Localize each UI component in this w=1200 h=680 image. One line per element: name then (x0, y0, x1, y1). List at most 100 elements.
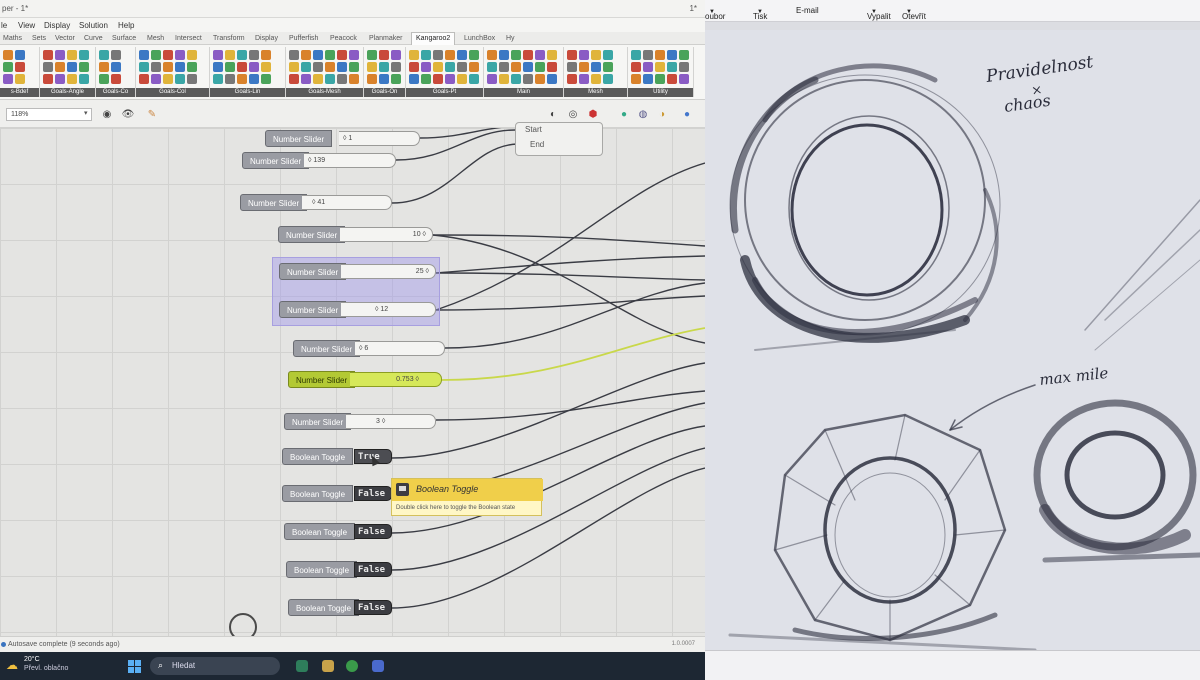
tool-icon[interactable] (421, 74, 431, 84)
menu-item-help[interactable]: Help (118, 21, 134, 30)
tool-icon[interactable] (175, 74, 185, 84)
tool-icon[interactable] (391, 62, 401, 72)
tool-icon[interactable] (457, 74, 467, 84)
tool-icon[interactable] (249, 50, 259, 60)
zoom-field[interactable]: 118% (6, 108, 92, 121)
taskbar-search[interactable]: ⌕ Hledat (150, 657, 280, 675)
tool-icon[interactable] (3, 74, 13, 84)
tool-icon[interactable] (15, 50, 25, 60)
tool-icon[interactable] (487, 62, 497, 72)
tool-icon[interactable] (237, 62, 247, 72)
tool-icon[interactable] (469, 62, 479, 72)
tool-icon[interactable] (213, 50, 223, 60)
tool-icon[interactable] (409, 62, 419, 72)
tool-icon[interactable] (579, 62, 589, 72)
sphere-icon[interactable]: ● (680, 108, 694, 121)
tool-icon[interactable] (469, 74, 479, 84)
tool-icon[interactable] (367, 50, 377, 60)
tool-icon[interactable] (237, 50, 247, 60)
tool-icon[interactable] (603, 74, 613, 84)
tool-icon[interactable] (139, 74, 149, 84)
tool-icon[interactable] (457, 50, 467, 60)
brush-icon[interactable]: ✎ (145, 108, 159, 121)
tool-icon[interactable] (655, 50, 665, 60)
tool-icon[interactable] (487, 74, 497, 84)
tool-icon[interactable] (567, 50, 577, 60)
slider-track[interactable]: ◊ 139 (304, 153, 396, 168)
tool-icon[interactable] (249, 74, 259, 84)
chevron-down-icon[interactable]: ▾ (84, 109, 88, 117)
toggle-value[interactable]: False (354, 562, 392, 577)
tool-icon[interactable] (667, 62, 677, 72)
tool-icon[interactable] (325, 62, 335, 72)
tab-peacock[interactable]: Peacock (330, 35, 357, 42)
tool-icon[interactable] (499, 62, 509, 72)
tool-icon[interactable] (655, 74, 665, 84)
tool-icon[interactable] (445, 62, 455, 72)
slider-track[interactable]: ◊ 41 (302, 195, 392, 210)
tool-icon[interactable] (139, 50, 149, 60)
slider-track[interactable]: 10 ◊ (340, 227, 433, 242)
tool-icon[interactable] (379, 62, 389, 72)
end-port[interactable]: End (530, 140, 544, 149)
tool-icon[interactable] (433, 62, 443, 72)
tool-icon[interactable] (43, 50, 53, 60)
eye-icon[interactable]: 👁 (121, 108, 135, 121)
tool-icon[interactable] (15, 74, 25, 84)
tool-icon[interactable] (175, 62, 185, 72)
tool-icon[interactable] (409, 50, 419, 60)
tool-icon[interactable] (631, 74, 641, 84)
number-slider[interactable]: Number Slider ◊ 12 (279, 301, 436, 318)
boolean-toggle[interactable]: Boolean Toggle False (284, 523, 392, 540)
tool-icon[interactable] (79, 74, 89, 84)
tool-icon[interactable] (301, 74, 311, 84)
tool-icon[interactable] (163, 74, 173, 84)
tool-icon[interactable] (499, 74, 509, 84)
tool-icon[interactable] (15, 62, 25, 72)
tool-icon[interactable] (337, 62, 347, 72)
tool-icon[interactable] (67, 74, 77, 84)
lights-icon[interactable]: ◑ (655, 108, 669, 121)
start-end-component[interactable]: Start End (515, 122, 603, 156)
tool-icon[interactable] (433, 74, 443, 84)
tab-hy[interactable]: Hy (506, 35, 515, 42)
tool-icon[interactable] (667, 50, 677, 60)
tool-icon[interactable] (111, 62, 121, 72)
slider-track[interactable]: ◊ 6 (355, 341, 445, 356)
tool-icon[interactable] (261, 50, 271, 60)
start-port[interactable]: Start (525, 125, 542, 134)
tool-icon[interactable] (289, 74, 299, 84)
tool-icon[interactable] (313, 74, 323, 84)
tool-icon[interactable] (349, 50, 359, 60)
tab-kangaroo2[interactable]: Kangaroo2 (411, 32, 456, 45)
tool-icon[interactable] (261, 74, 271, 84)
tool-icon[interactable] (187, 74, 197, 84)
tool-icon[interactable] (631, 62, 641, 72)
tab-intersect[interactable]: Intersect (175, 35, 202, 42)
tool-icon[interactable] (99, 50, 109, 60)
number-slider[interactable]: Number Slider 3 ◊ (284, 413, 436, 430)
tool-icon[interactable] (79, 62, 89, 72)
tool-icon[interactable] (99, 62, 109, 72)
tool-icon[interactable] (643, 74, 653, 84)
toggle-value[interactable]: False (354, 524, 392, 539)
tool-icon[interactable] (187, 62, 197, 72)
tool-icon[interactable] (643, 62, 653, 72)
tool-icon[interactable] (313, 50, 323, 60)
tool-icon[interactable] (301, 50, 311, 60)
tool-icon[interactable] (547, 50, 557, 60)
tool-icon[interactable] (237, 74, 247, 84)
tool-icon[interactable] (111, 74, 121, 84)
tab-sets[interactable]: Sets (32, 35, 46, 42)
boolean-toggle[interactable]: Boolean Toggle False (282, 485, 392, 502)
tool-icon[interactable] (289, 50, 299, 60)
taskbar-app-icon[interactable] (322, 660, 334, 672)
tool-icon[interactable] (379, 50, 389, 60)
sphere-small-icon[interactable]: ◉ (100, 108, 114, 121)
menu-item-print[interactable]: Tisk ▼ (753, 6, 767, 21)
number-slider[interactable]: Number Slider ◊ 41 (240, 194, 392, 211)
tool-icon[interactable] (367, 62, 377, 72)
tab-display[interactable]: Display (255, 35, 278, 42)
number-slider[interactable]: Number Slider ◊ 6 (293, 340, 445, 357)
tool-icon[interactable] (511, 74, 521, 84)
